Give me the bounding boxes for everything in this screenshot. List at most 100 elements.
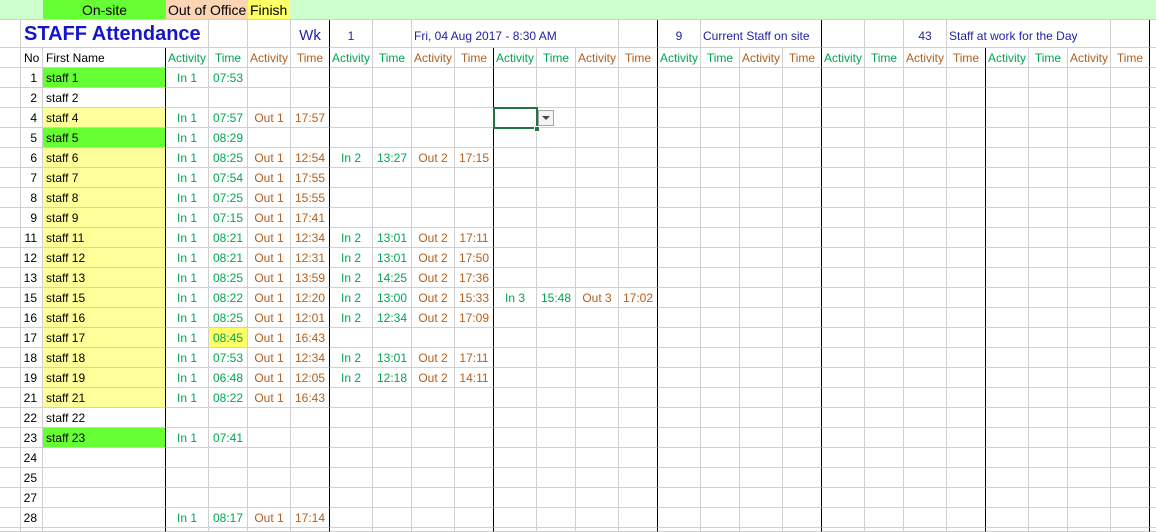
empty-cell[interactable] — [658, 188, 701, 208]
time-cell[interactable]: 17:41 — [291, 208, 330, 228]
header-time[interactable]: Time — [537, 48, 576, 68]
header-time[interactable]: Time — [1111, 48, 1150, 68]
empty-cell[interactable] — [904, 448, 947, 468]
empty-cell[interactable] — [986, 408, 1029, 428]
activity-cell[interactable]: Out 1 — [248, 208, 291, 228]
empty-cell[interactable] — [248, 20, 291, 48]
empty-cell[interactable] — [373, 168, 412, 188]
time-cell[interactable]: 15:33 — [455, 288, 494, 308]
time-cell[interactable]: 12:34 — [291, 228, 330, 248]
first-name-cell[interactable]: staff 17 — [43, 328, 166, 348]
empty-cell[interactable] — [373, 88, 412, 108]
empty-cell[interactable] — [740, 128, 783, 148]
empty-cell[interactable] — [1029, 328, 1068, 348]
margin-cell[interactable] — [1150, 208, 1156, 228]
margin-cell[interactable] — [1150, 228, 1156, 248]
empty-cell[interactable] — [865, 228, 904, 248]
margin-cell[interactable] — [0, 508, 21, 528]
empty-cell[interactable] — [1111, 348, 1150, 368]
empty-cell[interactable] — [1111, 88, 1150, 108]
empty-cell[interactable] — [865, 528, 904, 532]
empty-cell[interactable] — [576, 168, 619, 188]
empty-cell[interactable] — [904, 348, 947, 368]
empty-cell[interactable] — [1068, 388, 1111, 408]
empty-cell[interactable] — [865, 308, 904, 328]
empty-cell[interactable] — [537, 268, 576, 288]
empty-cell[interactable] — [412, 188, 455, 208]
empty-cell[interactable] — [537, 208, 576, 228]
empty-cell[interactable] — [947, 388, 986, 408]
empty-cell[interactable] — [373, 20, 412, 48]
empty-cell[interactable] — [1068, 408, 1111, 428]
first-name-cell[interactable]: staff 9 — [43, 208, 166, 228]
margin-cell[interactable] — [1150, 88, 1156, 108]
empty-cell[interactable] — [209, 448, 248, 468]
empty-cell[interactable] — [822, 188, 865, 208]
empty-cell[interactable] — [576, 188, 619, 208]
row-number-cell[interactable]: 21 — [21, 388, 43, 408]
empty-cell[interactable] — [986, 168, 1029, 188]
empty-cell[interactable] — [537, 448, 576, 468]
empty-cell[interactable] — [783, 288, 822, 308]
empty-cell[interactable] — [658, 468, 701, 488]
first-name-cell[interactable]: staff 6 — [43, 148, 166, 168]
empty-cell[interactable] — [576, 368, 619, 388]
empty-cell[interactable] — [494, 308, 537, 328]
row-number-cell[interactable]: 4 — [21, 108, 43, 128]
activity-cell[interactable]: Out 1 — [248, 388, 291, 408]
empty-cell[interactable] — [576, 68, 619, 88]
empty-cell[interactable] — [1111, 248, 1150, 268]
time-cell[interactable]: 13:01 — [373, 228, 412, 248]
empty-cell[interactable] — [330, 128, 373, 148]
time-cell[interactable]: 08:17 — [209, 508, 248, 528]
empty-cell[interactable] — [865, 108, 904, 128]
empty-cell[interactable] — [166, 488, 209, 508]
empty-cell[interactable] — [455, 428, 494, 448]
empty-cell[interactable] — [537, 248, 576, 268]
header-activity[interactable]: Activity — [248, 48, 291, 68]
empty-cell[interactable] — [947, 228, 986, 248]
empty-cell[interactable] — [166, 88, 209, 108]
margin-cell[interactable] — [1150, 168, 1156, 188]
empty-cell[interactable] — [576, 208, 619, 228]
time-cell[interactable]: 08:22 — [209, 288, 248, 308]
empty-cell[interactable] — [166, 468, 209, 488]
activity-cell[interactable]: In 2 — [330, 348, 373, 368]
empty-cell[interactable] — [701, 168, 740, 188]
time-cell[interactable]: 15:55 — [291, 188, 330, 208]
empty-cell[interactable] — [701, 268, 740, 288]
empty-cell[interactable] — [291, 408, 330, 428]
activity-cell[interactable]: In 1 — [166, 68, 209, 88]
first-name-cell[interactable]: staff 2 — [43, 88, 166, 108]
empty-cell[interactable] — [904, 468, 947, 488]
empty-cell[interactable] — [947, 528, 986, 532]
empty-cell[interactable] — [248, 408, 291, 428]
empty-cell[interactable] — [865, 268, 904, 288]
empty-cell[interactable] — [740, 408, 783, 428]
empty-cell[interactable] — [658, 448, 701, 468]
time-cell[interactable]: 17:14 — [291, 508, 330, 528]
row-number-cell[interactable]: 12 — [21, 248, 43, 268]
time-cell[interactable]: 13:59 — [291, 268, 330, 288]
empty-cell[interactable] — [658, 228, 701, 248]
empty-cell[interactable] — [619, 468, 658, 488]
empty-cell[interactable] — [373, 408, 412, 428]
time-cell[interactable]: 17:50 — [455, 248, 494, 268]
time-cell[interactable]: 07:41 — [209, 428, 248, 448]
empty-cell[interactable] — [658, 288, 701, 308]
time-cell[interactable]: 12:01 — [291, 308, 330, 328]
activity-cell[interactable]: Out 1 — [248, 508, 291, 528]
empty-cell[interactable] — [455, 128, 494, 148]
row-number-cell[interactable]: 25 — [21, 468, 43, 488]
empty-cell[interactable] — [494, 368, 537, 388]
empty-cell[interactable] — [248, 488, 291, 508]
empty-cell[interactable] — [576, 108, 619, 128]
activity-cell[interactable]: In 2 — [330, 148, 373, 168]
empty-cell[interactable] — [1111, 388, 1150, 408]
header-time[interactable]: Time — [783, 48, 822, 68]
empty-cell[interactable] — [658, 388, 701, 408]
empty-cell[interactable] — [658, 328, 701, 348]
empty-cell[interactable] — [619, 408, 658, 428]
sheet-title[interactable]: STAFF Attendance — [21, 20, 209, 48]
row-number-cell[interactable]: 28 — [21, 508, 43, 528]
